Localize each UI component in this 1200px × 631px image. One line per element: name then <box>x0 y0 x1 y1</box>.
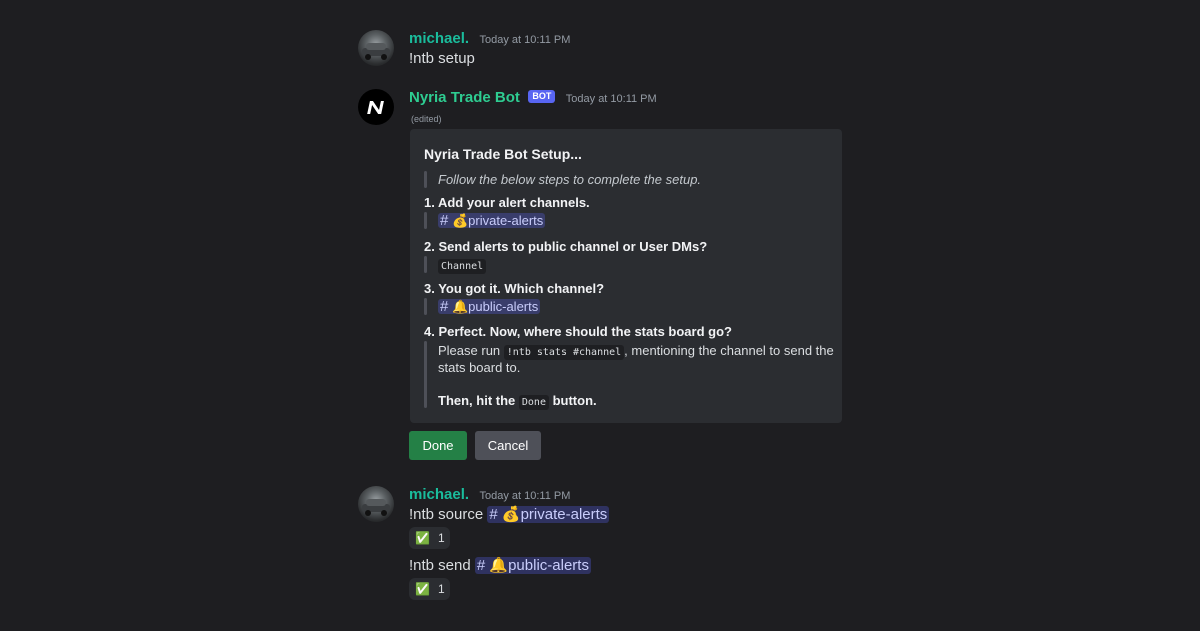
quote-bar <box>424 212 427 229</box>
step2-answer: Channel <box>438 257 487 274</box>
bell-icon: 🔔 <box>489 557 509 574</box>
code-done: Done <box>518 395 549 410</box>
command-text: !ntb source <box>409 506 488 523</box>
step4-final-post: button. <box>548 393 597 408</box>
timestamp: Today at 10:11 PM <box>479 490 571 502</box>
channel-name: public-alerts <box>468 299 539 314</box>
quote-bar <box>424 171 427 188</box>
step4-line1: Please run !ntb stats #channel, mentioni… <box>438 343 834 360</box>
channel-name: public-alerts <box>508 557 589 574</box>
step4-line1-pre: Please run <box>438 343 504 358</box>
money-bag-icon: 💰 <box>451 213 469 228</box>
message-header: Nyria Trade Bot BOT Today at 10:11 PM <box>409 89 657 107</box>
money-bag-icon: 💰 <box>501 506 521 523</box>
step4-final: Then, hit the Done button. <box>438 393 597 410</box>
quote-bar <box>424 298 427 315</box>
embed-title: Nyria Trade Bot Setup... <box>424 146 582 162</box>
bell-icon: 🔔 <box>451 299 469 314</box>
hash-icon: # <box>476 557 486 574</box>
reaction-count: 1 <box>437 531 445 545</box>
channel-mention-private-alerts[interactable]: # 💰private-alerts <box>487 506 610 523</box>
username[interactable]: Nyria Trade Bot <box>409 89 520 106</box>
step4-title: 4. Perfect. Now, where should the stats … <box>424 324 732 339</box>
message-header: michael. Today at 10:11 PM <box>409 30 570 48</box>
reaction-check-2[interactable]: ✅ 1 <box>409 578 450 600</box>
edited-label: (edited) <box>411 114 442 124</box>
timestamp: Today at 10:11 PM <box>479 34 571 46</box>
embed-intro: Follow the below steps to complete the s… <box>438 172 702 187</box>
quote-bar <box>424 256 427 273</box>
channel-mention-public-alerts[interactable]: # 🔔public-alerts <box>438 298 541 315</box>
reaction-count: 1 <box>437 582 445 596</box>
done-button[interactable]: Done <box>409 431 467 460</box>
channel-mention-public-alerts[interactable]: # 🔔public-alerts <box>474 557 591 574</box>
timestamp: Today at 10:11 PM <box>565 93 657 105</box>
user-avatar[interactable] <box>358 486 394 522</box>
hash-icon: # <box>440 298 449 315</box>
code-stats-command: !ntb stats #channel <box>503 345 625 360</box>
channel-mention-private-alerts[interactable]: # 💰private-alerts <box>438 212 546 229</box>
bot-tag: BOT <box>528 90 556 103</box>
step3-title: 3. You got it. Which channel? <box>424 281 605 296</box>
setup-embed: Nyria Trade Bot Setup... Follow the belo… <box>410 129 842 423</box>
check-icon: ✅ <box>415 582 430 596</box>
hash-icon: # <box>489 506 498 523</box>
cancel-button[interactable]: Cancel <box>475 431 541 460</box>
step4-line1-post: , mentioning the channel to send the <box>624 343 834 358</box>
quote-bar <box>424 341 427 408</box>
check-icon: ✅ <box>415 531 430 545</box>
message-text: !ntb setup <box>409 50 475 67</box>
channel-name: private-alerts <box>520 506 608 523</box>
user-avatar[interactable] <box>358 30 394 66</box>
step1-answer: # 💰private-alerts <box>438 212 546 229</box>
step4-line2: stats board to. <box>438 360 521 375</box>
reaction-check-1[interactable]: ✅ 1 <box>409 527 450 549</box>
command-text: !ntb send <box>409 557 475 574</box>
hash-icon: # <box>440 212 449 229</box>
bot-avatar[interactable] <box>358 89 394 125</box>
nyria-logo-icon <box>367 101 384 114</box>
message-header: michael. Today at 10:11 PM <box>409 486 570 504</box>
step2-title: 2. Send alerts to public channel or User… <box>424 239 708 254</box>
message-text-send: !ntb send # 🔔public-alerts <box>409 556 591 574</box>
channel-name: private-alerts <box>468 213 544 228</box>
username[interactable]: michael. <box>409 30 469 47</box>
step1-title: 1. Add your alert channels. <box>424 195 590 210</box>
step4-final-pre: Then, hit the <box>438 393 519 408</box>
step3-answer: # 🔔public-alerts <box>438 298 541 315</box>
username[interactable]: michael. <box>409 486 469 503</box>
message-text-source: !ntb source # 💰private-alerts <box>409 505 610 523</box>
code-channel: Channel <box>438 259 487 274</box>
